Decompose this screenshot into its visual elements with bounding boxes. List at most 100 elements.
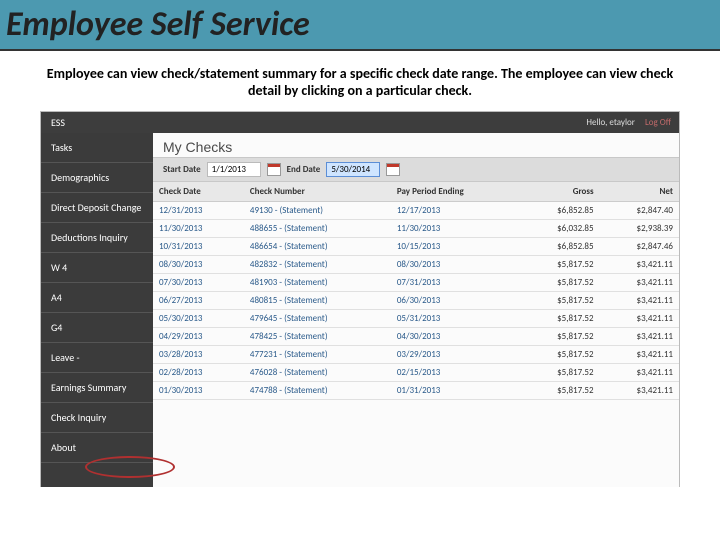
cell-num: 488655 - (Statement) [244, 220, 391, 238]
cell-gross: $6,032.85 [520, 220, 599, 238]
cell-ppe: 03/29/2013 [391, 346, 520, 364]
cell-num: 481903 - (Statement) [244, 274, 391, 292]
cell-gross: $5,817.52 [520, 256, 599, 274]
cell-num: 479645 - (Statement) [244, 310, 391, 328]
sidebar-item-direct-deposit-change[interactable]: Direct Deposit Change [41, 193, 153, 223]
table-row[interactable]: 07/30/2013481903 - (Statement)07/31/2013… [153, 274, 679, 292]
ess-top-right: Hello, etaylor Log Off [586, 117, 671, 128]
cell-num: 474788 - (Statement) [244, 382, 391, 400]
table-row[interactable]: 10/31/2013486654 - (Statement)10/15/2013… [153, 238, 679, 256]
cell-num: 480815 - (Statement) [244, 292, 391, 310]
sidebar-item-leave[interactable]: Leave - [41, 343, 153, 373]
cell-num: 478425 - (Statement) [244, 328, 391, 346]
cell-date: 06/27/2013 [153, 292, 244, 310]
sidebar-item-tasks[interactable]: Tasks [41, 133, 153, 163]
sidebar-item-demographics[interactable]: Demographics [41, 163, 153, 193]
cell-num: 477231 - (Statement) [244, 346, 391, 364]
main-panel: My Checks Start Date 1/1/2013 End Date 5… [153, 133, 679, 487]
table-row[interactable]: 02/28/2013476028 - (Statement)02/15/2013… [153, 364, 679, 382]
cell-date: 07/30/2013 [153, 274, 244, 292]
cell-net: $2,938.39 [600, 220, 679, 238]
sidebar-item-earnings-summary[interactable]: Earnings Summary [41, 373, 153, 403]
cell-net: $2,847.46 [600, 238, 679, 256]
greeting-text: Hello, etaylor [586, 117, 635, 128]
col-check-date[interactable]: Check Date [153, 182, 244, 202]
date-range-bar: Start Date 1/1/2013 End Date 5/30/2014 [153, 157, 679, 182]
ess-body: TasksDemographicsDirect Deposit ChangeDe… [41, 133, 679, 487]
cell-date: 10/31/2013 [153, 238, 244, 256]
cell-net: $3,421.11 [600, 346, 679, 364]
cell-net: $3,421.11 [600, 256, 679, 274]
cell-date: 02/28/2013 [153, 364, 244, 382]
cell-net: $2,847.40 [600, 202, 679, 220]
table-row[interactable]: 12/31/201349130 - (Statement)12/17/2013$… [153, 202, 679, 220]
table-row[interactable]: 05/30/2013479645 - (Statement)05/31/2013… [153, 310, 679, 328]
cell-date: 12/31/2013 [153, 202, 244, 220]
sidebar-item-about[interactable]: About [41, 433, 153, 463]
cell-gross: $5,817.52 [520, 292, 599, 310]
cell-date: 05/30/2013 [153, 310, 244, 328]
cell-date: 01/30/2013 [153, 382, 244, 400]
cell-gross: $5,817.52 [520, 310, 599, 328]
start-date-label: Start Date [163, 164, 201, 175]
page-title: Employee Self Service [6, 4, 310, 45]
cell-gross: $5,817.52 [520, 328, 599, 346]
cell-num: 476028 - (Statement) [244, 364, 391, 382]
sidebar-item-w-4[interactable]: W 4 [41, 253, 153, 283]
cell-ppe: 10/15/2013 [391, 238, 520, 256]
col-pay-period-ending[interactable]: Pay Period Ending [391, 182, 520, 202]
ess-brand: ESS [51, 116, 65, 129]
cell-date: 04/29/2013 [153, 328, 244, 346]
cell-ppe: 08/30/2013 [391, 256, 520, 274]
cell-net: $3,421.11 [600, 292, 679, 310]
cell-net: $3,421.11 [600, 274, 679, 292]
cell-ppe: 06/30/2013 [391, 292, 520, 310]
cell-date: 03/28/2013 [153, 346, 244, 364]
calendar-icon[interactable] [386, 163, 400, 176]
sidebar-item-check-inquiry[interactable]: Check Inquiry [41, 403, 153, 433]
cell-gross: $5,817.52 [520, 274, 599, 292]
table-row[interactable]: 08/30/2013482832 - (Statement)08/30/2013… [153, 256, 679, 274]
table-header-row: Check Date Check Number Pay Period Endin… [153, 182, 679, 202]
end-date-input[interactable]: 5/30/2014 [326, 162, 380, 177]
table-row[interactable]: 01/30/2013474788 - (Statement)01/31/2013… [153, 382, 679, 400]
cell-ppe: 11/30/2013 [391, 220, 520, 238]
calendar-icon[interactable] [267, 163, 281, 176]
cell-ppe: 04/30/2013 [391, 328, 520, 346]
cell-net: $3,421.11 [600, 382, 679, 400]
table-row[interactable]: 04/29/2013478425 - (Statement)04/30/2013… [153, 328, 679, 346]
cell-ppe: 07/31/2013 [391, 274, 520, 292]
cell-gross: $6,852.85 [520, 202, 599, 220]
sidebar-item-deductions-inquiry[interactable]: Deductions Inquiry [41, 223, 153, 253]
col-net[interactable]: Net [600, 182, 679, 202]
end-date-label: End Date [287, 164, 321, 175]
cell-ppe: 02/15/2013 [391, 364, 520, 382]
table-row[interactable]: 06/27/2013480815 - (Statement)06/30/2013… [153, 292, 679, 310]
cell-gross: $5,817.52 [520, 364, 599, 382]
sidebar-item-g4[interactable]: G4 [41, 313, 153, 343]
main-heading: My Checks [153, 133, 679, 157]
cell-num: 482832 - (Statement) [244, 256, 391, 274]
checks-table: Check Date Check Number Pay Period Endin… [153, 182, 679, 400]
start-date-input[interactable]: 1/1/2013 [207, 162, 261, 177]
cell-date: 08/30/2013 [153, 256, 244, 274]
col-gross[interactable]: Gross [520, 182, 599, 202]
table-row[interactable]: 03/28/2013477231 - (Statement)03/29/2013… [153, 346, 679, 364]
cell-ppe: 01/31/2013 [391, 382, 520, 400]
cell-num: 49130 - (Statement) [244, 202, 391, 220]
table-row[interactable]: 11/30/2013488655 - (Statement)11/30/2013… [153, 220, 679, 238]
cell-net: $3,421.11 [600, 364, 679, 382]
col-check-number[interactable]: Check Number [244, 182, 391, 202]
cell-ppe: 12/17/2013 [391, 202, 520, 220]
cell-gross: $5,817.52 [520, 382, 599, 400]
page-subtitle: Employee can view check/statement summar… [0, 51, 720, 105]
sidebar: TasksDemographicsDirect Deposit ChangeDe… [41, 133, 153, 487]
cell-gross: $6,852.85 [520, 238, 599, 256]
ess-screenshot: ESS Hello, etaylor Log Off TasksDemograp… [40, 111, 680, 487]
sidebar-item-a4[interactable]: A4 [41, 283, 153, 313]
ess-top-bar: ESS Hello, etaylor Log Off [41, 112, 679, 133]
cell-net: $3,421.11 [600, 328, 679, 346]
checks-table-wrap: Check Date Check Number Pay Period Endin… [153, 182, 679, 487]
logoff-link[interactable]: Log Off [645, 117, 671, 128]
cell-gross: $5,817.52 [520, 346, 599, 364]
